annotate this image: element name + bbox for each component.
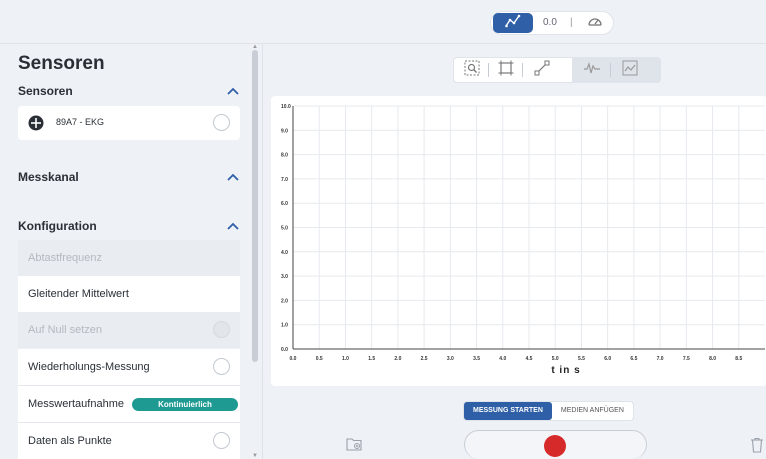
x-tick-label: 8.0 [709,356,716,362]
x-tick-label: 3.0 [447,356,454,362]
config-row-repeat[interactable]: Wiederholungs-Messung [18,349,240,385]
mode-switch: 0.0 | [490,11,614,35]
sensor-card[interactable]: 89A7 - EKG [18,106,240,140]
config-row-moving-average[interactable]: Gleitender Mittelwert [18,276,240,312]
gauge-mode-button[interactable] [586,15,604,31]
sensor-label: 89A7 - EKG [56,117,105,127]
config-row-points[interactable]: Daten als Punkte [18,423,240,459]
y-tick-label: 7.0 [281,177,288,183]
start-measurement-button[interactable]: MESSUNG STARTEN [464,402,552,420]
wave-icon [583,61,601,80]
x-tick-label: 2.0 [394,356,401,362]
x-tick-label: 4.0 [499,356,506,362]
y-tick-label: 2.0 [281,298,288,304]
section-channel-label: Messkanal [18,170,79,184]
fit-button[interactable] [496,60,516,81]
x-tick-label: 5.5 [578,356,585,362]
y-tick-label: 0.0 [281,347,288,353]
graph-mode-button[interactable] [493,13,533,33]
record-button[interactable] [544,435,566,457]
gauge-icon [587,14,603,33]
acquisition-mode-badge[interactable]: Kontinuierlich [132,397,238,411]
config-row-acquisition[interactable]: Messwertaufnahme Kontinuierlich [18,386,240,422]
config-row-label: Wiederholungs-Messung [28,361,150,373]
toolbar-separator [522,63,523,77]
wave-button[interactable] [582,61,602,79]
config-row-label: Gleitender Mittelwert [28,288,129,300]
trash-icon[interactable] [750,437,764,453]
auto-scale-icon [622,60,638,81]
sensor-icon [28,115,44,136]
section-channel-header[interactable]: Messkanal [18,167,240,187]
config-row-label: Daten als Punkte [28,435,112,447]
repeat-radio[interactable] [213,358,230,375]
section-sensors-label: Sensoren [18,84,73,98]
y-tick-label: 3.0 [281,274,288,280]
fit-icon [498,60,514,81]
y-tick-label: 10.0 [281,104,291,110]
x-tick-label: 0.0 [290,356,297,362]
top-bar: 0.0 | [0,0,766,44]
y-tick-label: 8.0 [281,153,288,159]
x-tick-label: 1.0 [342,356,349,362]
y-tick-label: 1.0 [281,323,288,329]
sidebar-title: Sensoren [18,53,105,74]
chart-toolbar [453,57,661,83]
action-buttons: MESSUNG STARTEN MEDIEN ANFÜGEN [463,401,634,421]
section-config-header[interactable]: Konfiguration [18,216,240,236]
main-panel: 0.0 0.5 1.0 1.5 2.0 2.5 3.0 3.5 4.0 4.5 5.0 5.5 6.0 6… [262,44,766,459]
y-tick-label: 5.0 [281,226,288,232]
y-tick-label: 9.0 [281,128,288,134]
x-tick-label: 1.5 [368,356,375,362]
zero-radio [213,321,230,338]
toolbar-separator [610,63,611,77]
x-tick-label: 7.0 [657,356,664,362]
x-tick-label: 6.5 [630,356,637,362]
sensor-radio[interactable] [213,114,230,131]
line-tool-button[interactable] [532,60,552,81]
zoom-icon [464,60,480,81]
config-row-label: Messwertaufnahme [28,398,124,410]
digital-value: 0.0 [543,17,557,28]
zoom-button[interactable] [462,60,482,81]
points-radio[interactable] [213,432,230,449]
x-tick-label: 6.0 [604,356,611,362]
x-tick-label: 0.5 [316,356,323,362]
config-row-zero: Auf Null setzen [18,312,240,348]
toolbar-separator [488,63,489,77]
scroll-down-arrow[interactable]: ▼ [252,453,258,459]
folder-add-icon[interactable] [346,437,362,451]
x-tick-label: 8.5 [735,356,742,362]
y-tick-label: 6.0 [281,201,288,207]
sidebar-scrollbar[interactable] [252,50,258,362]
config-row-sample-rate: Abtastfrequenz [18,240,240,276]
chart-container[interactable]: 0.0 0.5 1.0 1.5 2.0 2.5 3.0 3.5 4.0 4.5 5.0 5.5 6.0 6… [271,96,766,386]
chevron-up-icon[interactable] [226,170,240,184]
x-tick-label: 7.5 [683,356,690,362]
chevron-up-icon[interactable] [226,219,240,233]
x-tick-label: 3.5 [473,356,480,362]
section-sensors-header[interactable]: Sensoren [18,81,240,101]
chevron-up-icon[interactable] [226,84,240,98]
x-tick-label: 2.5 [421,356,428,362]
config-row-label: Abtastfrequenz [28,252,102,264]
chart-svg: 0.0 0.5 1.0 1.5 2.0 2.5 3.0 3.5 4.0 4.5 5.0 5.5 6.0 6… [281,104,765,376]
config-row-label: Auf Null setzen [28,324,102,336]
record-control [464,430,647,459]
y-tick-label: 4.0 [281,250,288,256]
x-tick-label: 4.5 [526,356,533,362]
mode-separator: | [570,17,573,28]
line-tool-icon [534,60,550,81]
section-config-label: Konfiguration [18,219,97,233]
x-axis-label: t in s [551,365,580,376]
x-tick-label: 5.0 [552,356,559,362]
auto-scale-button[interactable] [620,60,640,81]
add-media-button[interactable]: MEDIEN ANFÜGEN [552,402,633,420]
graph-mode-icon [505,14,521,33]
sidebar: Sensoren Sensoren 89A7 - EKG Messkanal K… [0,44,262,459]
